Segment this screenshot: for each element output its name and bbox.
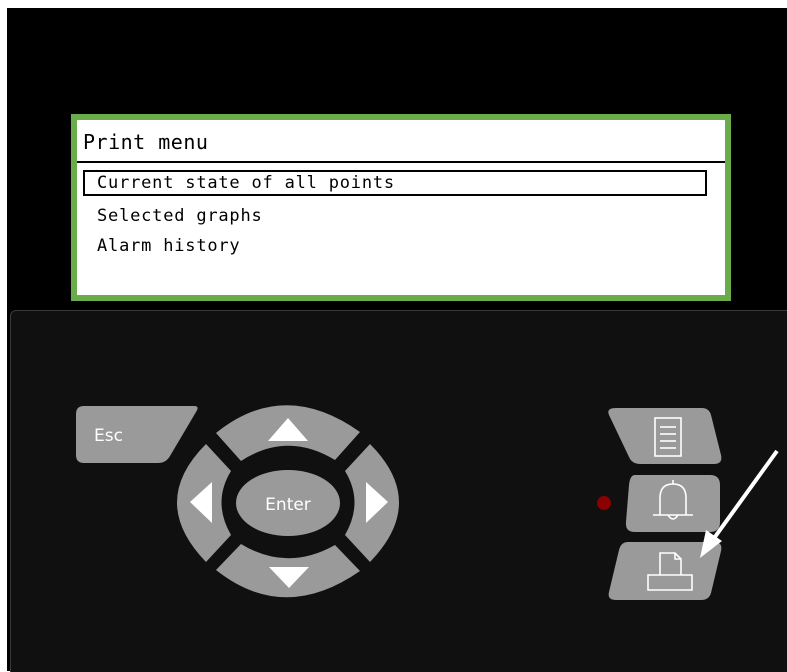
enter-label: Enter	[265, 495, 311, 515]
report-button[interactable]	[608, 408, 722, 464]
alarm-button[interactable]	[625, 475, 720, 532]
esc-button[interactable]: Esc	[76, 406, 198, 463]
status-led	[597, 496, 611, 510]
enter-button[interactable]: Enter	[236, 470, 340, 536]
keypad: Esc Enter	[76, 405, 779, 600]
right-arrow-button[interactable]	[345, 444, 399, 562]
esc-label: Esc	[94, 426, 123, 446]
up-arrow-button[interactable]	[216, 405, 360, 461]
left-arrow-button[interactable]	[177, 444, 231, 562]
down-arrow-button[interactable]	[216, 544, 360, 598]
